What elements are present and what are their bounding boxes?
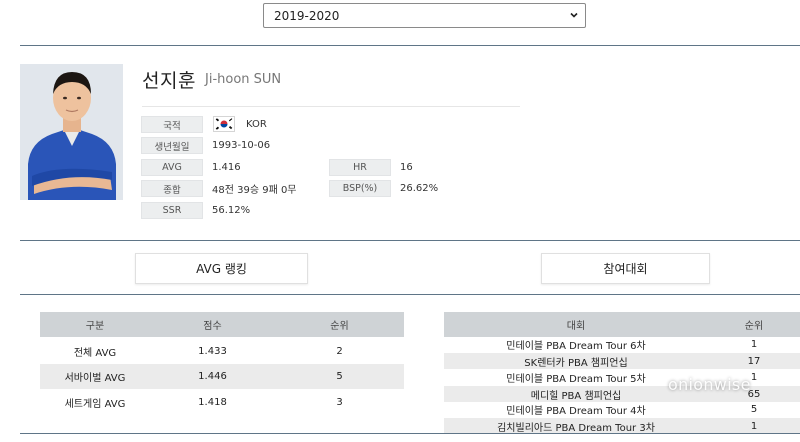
ssr-value: 56.12% bbox=[212, 205, 251, 216]
divider-top bbox=[20, 45, 800, 46]
avg-table-header-category: 구분 bbox=[40, 312, 150, 337]
tour-row-6-rank: 1 bbox=[750, 420, 758, 432]
birth-value: 1993-10-06 bbox=[212, 140, 271, 151]
player-name-english: Ji-hoon SUN bbox=[205, 72, 282, 87]
hr-label: HR bbox=[329, 159, 391, 176]
tour-row-2-name: SK렌터카 PBA 챔피언십 bbox=[524, 357, 628, 369]
name-divider bbox=[142, 106, 520, 107]
avg-row-3-rank: 3 bbox=[336, 397, 343, 408]
nationality-label: 국적 bbox=[141, 116, 203, 133]
tour-row-1-rank: 1 bbox=[750, 339, 758, 350]
divider-sections bbox=[20, 294, 800, 295]
tour-row-1-name: 민테이블 PBA Dream Tour 6차 bbox=[506, 341, 646, 352]
player-name-korean: 선지훈 bbox=[142, 70, 196, 92]
tour-table-header-name: 대회 bbox=[444, 312, 708, 337]
avg-label: AVG bbox=[141, 159, 203, 176]
divider-middle bbox=[20, 240, 800, 241]
avg-row-1-category: 전체 AVG bbox=[73, 348, 117, 359]
avg-row-3-score: 1.418 bbox=[198, 397, 227, 408]
chevron-down-icon bbox=[570, 12, 578, 18]
avg-row-3-category: 세트게임 AVG bbox=[64, 399, 126, 410]
bsp-value: 26.62% bbox=[400, 183, 439, 194]
nationality-value: KOR bbox=[246, 119, 267, 130]
tour-row-5-rank: 5 bbox=[750, 404, 758, 415]
tour-row-6-name: 김치빌리아드 PBA Dream Tour 3차 bbox=[497, 422, 655, 434]
avg-ranking-button[interactable]: AVG 랭킹 bbox=[135, 253, 308, 284]
tour-row-2-rank: 17 bbox=[747, 355, 761, 367]
avg-row-2-rank: 5 bbox=[336, 371, 343, 382]
tour-table-header-rank: 순위 bbox=[708, 312, 800, 337]
divider-bottom bbox=[20, 433, 800, 434]
hr-value: 16 bbox=[400, 162, 413, 173]
season-select[interactable]: 2019-2020 bbox=[263, 3, 586, 28]
tour-row-5-name: 민테이블 PBA Dream Tour 4차 bbox=[506, 406, 646, 417]
record-label: 종합 bbox=[141, 180, 203, 197]
avg-table-header-rank: 순위 bbox=[275, 312, 404, 337]
avg-table-header-score: 점수 bbox=[150, 312, 275, 337]
avg-value: 1.416 bbox=[212, 162, 241, 173]
watermark-text: onionwise bbox=[668, 375, 751, 394]
birth-label: 생년월일 bbox=[141, 137, 203, 154]
avg-row-1-score: 1.433 bbox=[198, 346, 227, 357]
record-value: 48전 39승 9패 0무 bbox=[212, 185, 297, 196]
ssr-label: SSR bbox=[141, 202, 203, 219]
korea-flag-icon bbox=[213, 116, 235, 132]
season-select-value: 2019-2020 bbox=[274, 8, 340, 23]
tournaments-button[interactable]: 참여대회 bbox=[541, 253, 710, 284]
player-photo bbox=[20, 64, 123, 200]
avg-row-2-score: 1.446 bbox=[198, 371, 227, 382]
avg-row-2-category: 서바이벌 AVG bbox=[64, 373, 126, 384]
bsp-label: BSP(%) bbox=[329, 180, 391, 197]
avg-row-1-rank: 2 bbox=[336, 346, 343, 357]
